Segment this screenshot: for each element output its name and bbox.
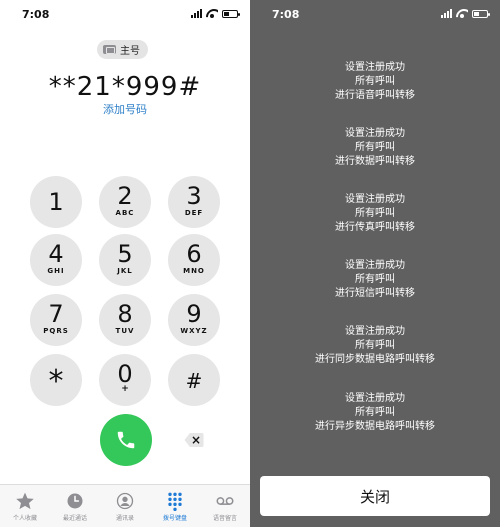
key-digit: # [185, 369, 203, 393]
status-bar: 7:08 [0, 0, 250, 30]
message-line: 进行传真呼叫转移 [335, 222, 415, 233]
message-line: 所有呼叫 [355, 340, 395, 351]
message-line: 所有呼叫 [355, 407, 395, 418]
key-letters: JKL [117, 267, 133, 275]
key-7[interactable]: 7 PQRS [30, 294, 82, 346]
add-number-link[interactable]: 添加号码 [0, 101, 250, 117]
key-digit: 7 [48, 300, 64, 328]
star-icon [16, 492, 34, 510]
phone-icon [117, 431, 135, 449]
key-letters: PQRS [43, 327, 69, 335]
battery-icon [472, 9, 490, 18]
key-2[interactable]: 2 ABC [99, 176, 151, 228]
key-letters: GHI [47, 267, 65, 275]
key-8[interactable]: 8 TUV [99, 294, 151, 346]
key-6[interactable]: 6 MNO [168, 234, 220, 286]
message-line: 所有呼叫 [355, 274, 395, 285]
message-line: 所有呼叫 [355, 76, 395, 87]
key-digit: 5 [117, 240, 133, 268]
clock-icon [67, 493, 83, 509]
result-screen: 7:08 设置注册成功 所有呼叫 进行语音呼叫转移 设置注册成功 所有呼叫 进行… [250, 0, 500, 527]
key-letters: TUV [115, 327, 135, 335]
key-digit: 0 [117, 360, 133, 388]
key-digit: 8 [117, 300, 133, 328]
message-line: 进行同步数据电路呼叫转移 [315, 354, 435, 365]
sim-selector[interactable]: 主号 [97, 40, 148, 59]
message-line: 设置注册成功 [345, 128, 405, 139]
message-line: 设置注册成功 [345, 62, 405, 73]
tab-voicemail[interactable]: 语音留言 [200, 491, 250, 522]
sim-card-icon [103, 45, 116, 54]
contact-icon [116, 492, 134, 510]
message-line: 设置注册成功 [345, 393, 405, 404]
key-1[interactable]: 1 [30, 176, 82, 228]
key-letters: ABC [115, 209, 135, 217]
key-digit: 6 [186, 240, 202, 268]
message-line: 进行语音呼叫转移 [335, 90, 415, 101]
tab-label: 拨号键盘 [162, 515, 187, 522]
keypad-icon [168, 492, 182, 511]
close-button[interactable]: 关闭 [260, 476, 490, 516]
dialer-screen: 7:08 主号 **21*999# 添加号码 1 2 ABC 3 DEF 4 G… [0, 0, 250, 527]
result-message: 设置注册成功 所有呼叫 进行语音呼叫转移 [250, 61, 500, 103]
status-bar: 7:08 [250, 0, 500, 30]
key-hash[interactable]: # [168, 354, 220, 406]
key-letters: + [121, 384, 129, 394]
key-digit: 4 [48, 240, 64, 268]
message-line: 设置注册成功 [345, 260, 405, 271]
key-0[interactable]: 0 + [99, 354, 151, 406]
key-5[interactable]: 5 JKL [99, 234, 151, 286]
tab-recents[interactable]: 最近通话 [50, 491, 100, 522]
call-button[interactable] [100, 414, 152, 466]
signal-icon [441, 9, 452, 18]
key-9[interactable]: 9 WXYZ [168, 294, 220, 346]
battery-icon [222, 9, 240, 18]
result-message: 设置注册成功 所有呼叫 进行短信呼叫转移 [250, 259, 500, 301]
wifi-icon [206, 9, 218, 18]
tab-label: 语音留言 [212, 515, 237, 522]
status-time: 7:08 [272, 8, 300, 21]
dialed-number: **21*999# [48, 72, 202, 102]
tab-label: 个人收藏 [12, 515, 37, 522]
key-digit: 9 [186, 300, 202, 328]
tab-contacts[interactable]: 通讯录 [100, 491, 150, 522]
key-digit: 2 [117, 182, 133, 210]
voicemail-icon [216, 497, 234, 505]
result-message: 设置注册成功 所有呼叫 进行数据呼叫转移 [250, 127, 500, 169]
delete-glyph: × [191, 433, 202, 447]
tab-keypad[interactable]: 拨号键盘 [150, 491, 200, 522]
message-line: 进行异步数据电路呼叫转移 [315, 421, 435, 432]
key-letters: WXYZ [180, 327, 208, 335]
key-3[interactable]: 3 DEF [168, 176, 220, 228]
key-4[interactable]: 4 GHI [30, 234, 82, 286]
message-line: 所有呼叫 [355, 208, 395, 219]
result-message: 设置注册成功 所有呼叫 进行同步数据电路呼叫转移 [250, 325, 500, 367]
key-letters: MNO [183, 267, 205, 275]
key-digit: 3 [186, 182, 202, 210]
result-message: 设置注册成功 所有呼叫 进行异步数据电路呼叫转移 [250, 392, 500, 434]
message-line: 进行短信呼叫转移 [335, 288, 415, 299]
message-line: 设置注册成功 [345, 326, 405, 337]
tab-favorites[interactable]: 个人收藏 [0, 491, 50, 522]
sim-label: 主号 [120, 46, 140, 57]
status-time: 7:08 [22, 8, 50, 21]
message-line: 设置注册成功 [345, 194, 405, 205]
message-line: 进行数据呼叫转移 [335, 156, 415, 167]
wifi-icon [456, 9, 468, 18]
tab-label: 通讯录 [115, 515, 134, 522]
key-star[interactable]: * [30, 354, 82, 406]
delete-button[interactable]: × [184, 432, 204, 448]
key-digit: 1 [48, 188, 64, 216]
result-message: 设置注册成功 所有呼叫 进行传真呼叫转移 [250, 193, 500, 235]
key-letters: DEF [184, 209, 204, 217]
tab-bar: 个人收藏 最近通话 通讯录 拨号键盘 语音留言 [0, 484, 250, 527]
tab-label: 最近通话 [62, 515, 87, 522]
key-digit: * [48, 364, 64, 399]
message-line: 所有呼叫 [355, 142, 395, 153]
signal-icon [191, 9, 202, 18]
